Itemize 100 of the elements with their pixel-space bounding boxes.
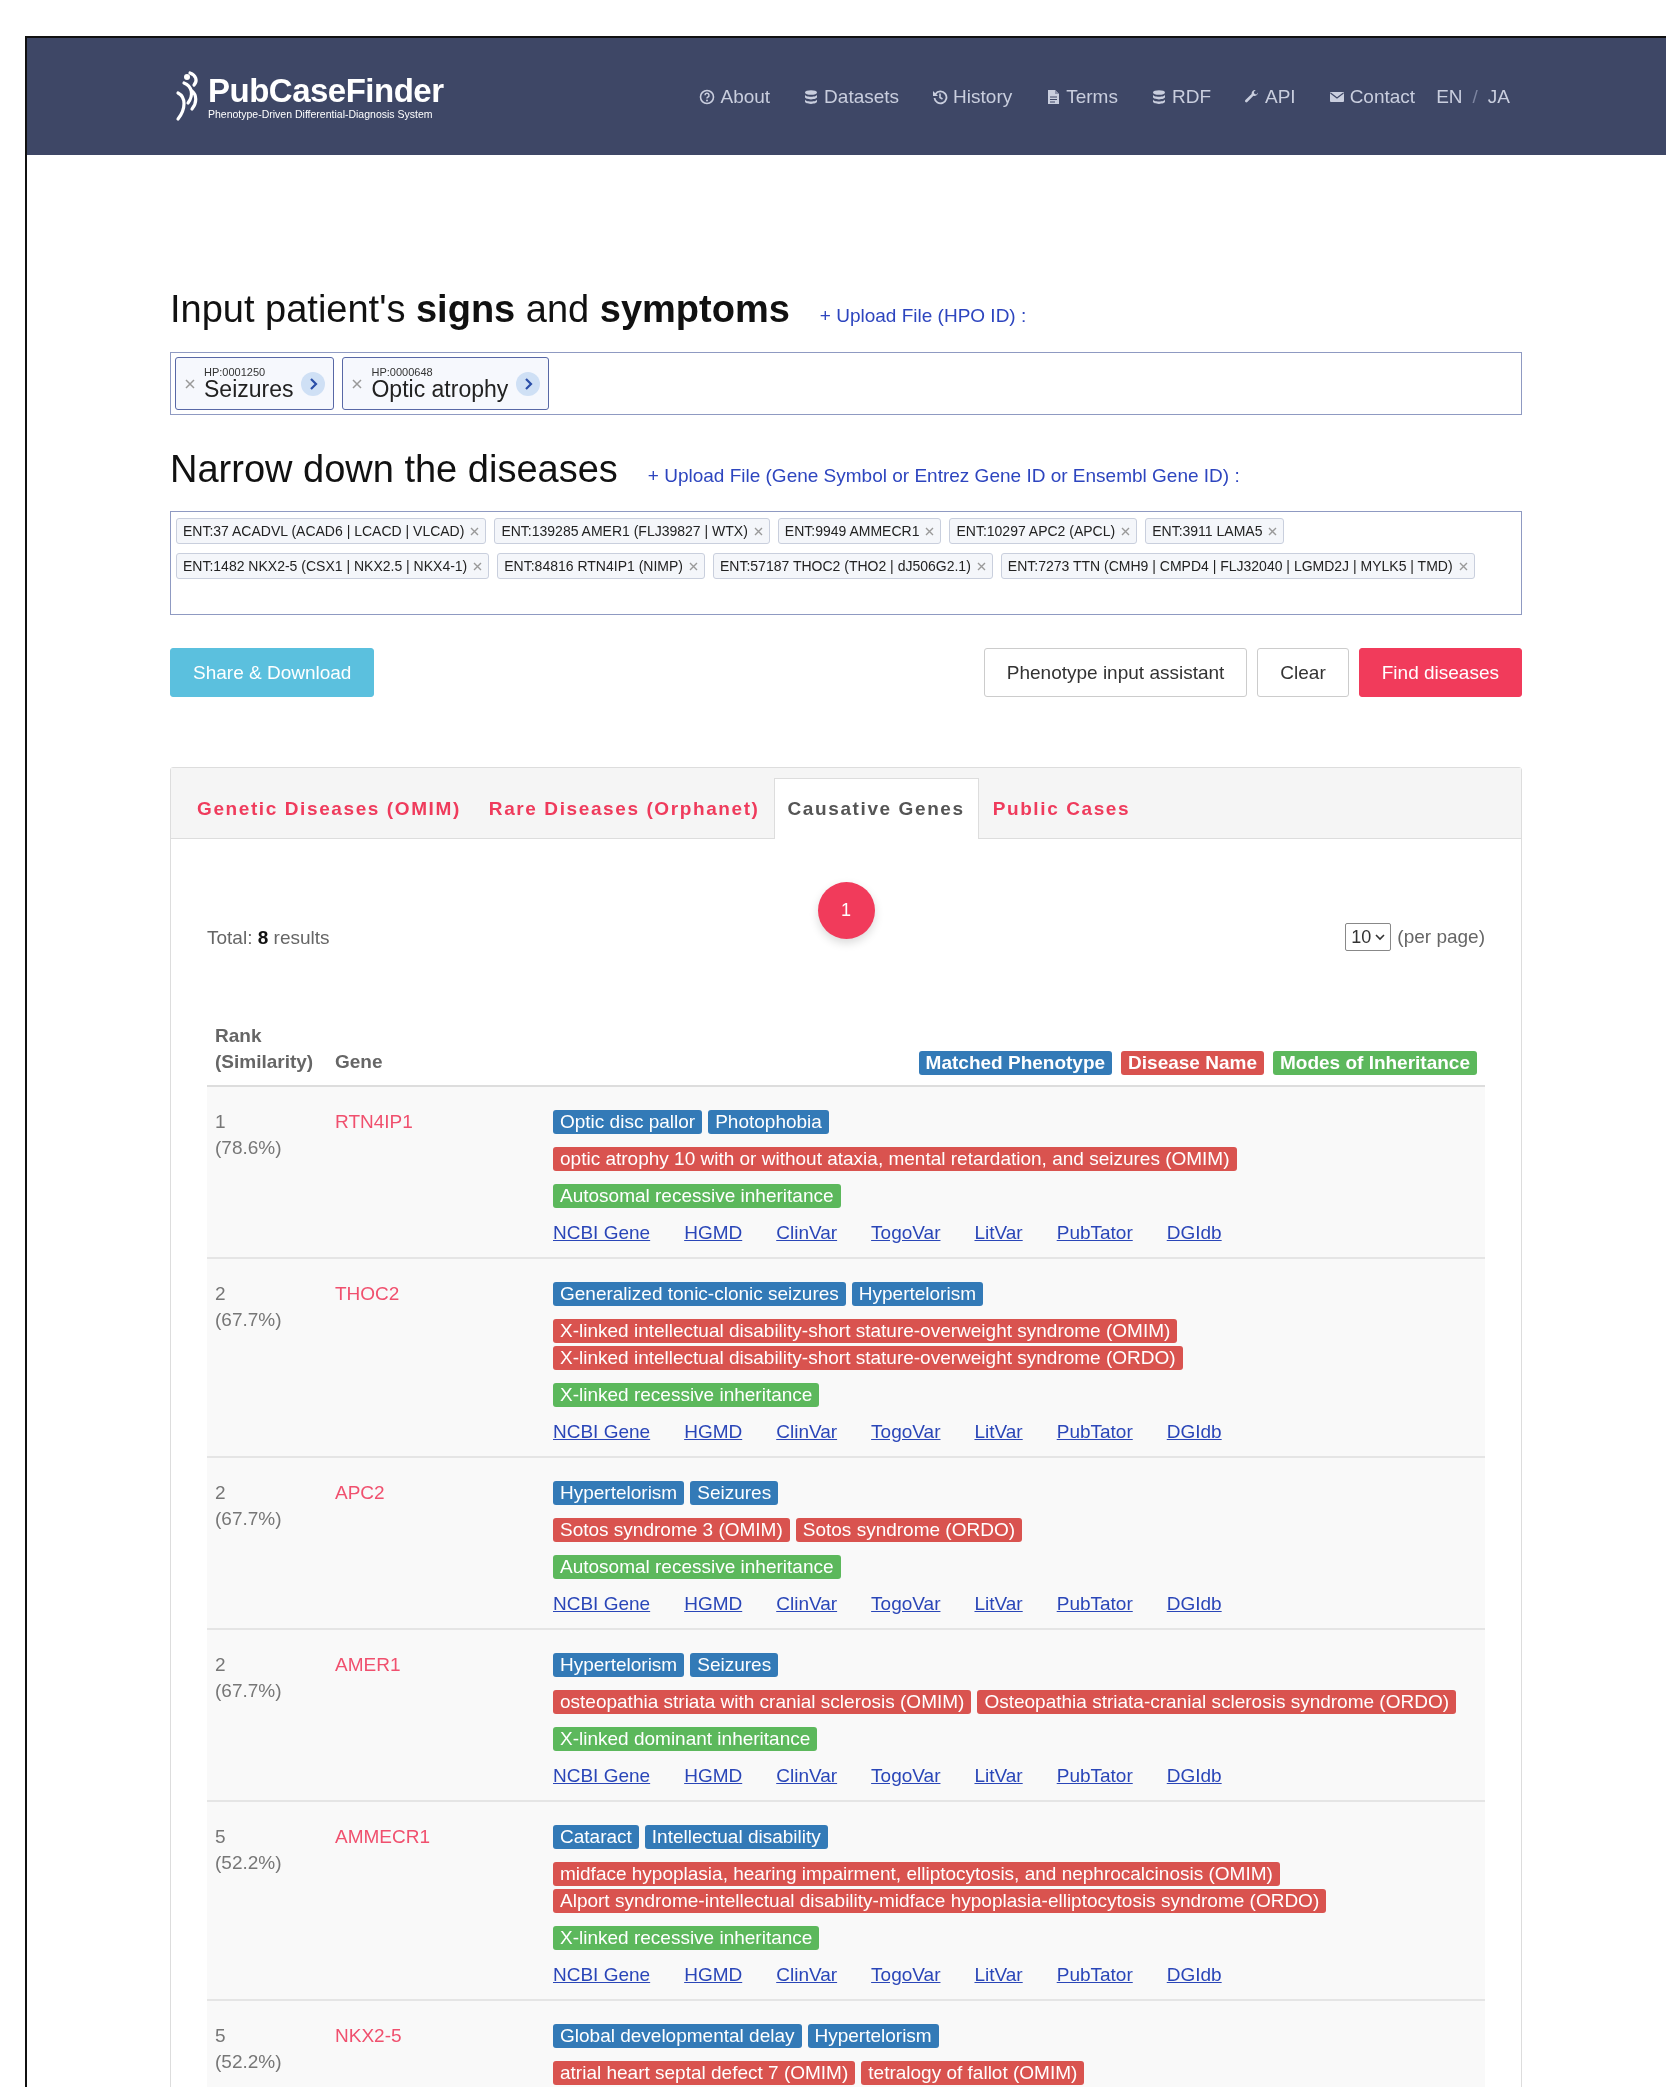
section-title: Narrow down the diseases bbox=[170, 447, 618, 492]
document-icon bbox=[1045, 88, 1062, 105]
database-link[interactable]: LitVar bbox=[974, 1592, 1023, 1616]
result-tab[interactable]: Public Cases bbox=[978, 778, 1145, 839]
action-button[interactable]: Find diseases bbox=[1358, 648, 1522, 697]
language-link[interactable]: EN bbox=[1436, 85, 1463, 108]
logo-subtitle: Phenotype-Driven Differential-Diagnosis System bbox=[208, 107, 434, 120]
upload-file-link[interactable]: + Upload File (HPO ID) : bbox=[819, 305, 1027, 327]
database-link[interactable]: NCBI Gene bbox=[553, 1963, 651, 1987]
wrench-icon bbox=[1244, 88, 1260, 105]
nav-link[interactable]: History bbox=[932, 85, 1013, 108]
database-link[interactable]: DGIdb bbox=[1166, 1764, 1222, 1788]
database-link[interactable]: NCBI Gene bbox=[553, 1592, 651, 1616]
database-link[interactable]: ClinVar bbox=[776, 1592, 838, 1616]
result-tab[interactable]: Rare Diseases (Orphanet) bbox=[474, 778, 774, 839]
language-link[interactable]: JA bbox=[1487, 85, 1510, 108]
database-link[interactable]: DGIdb bbox=[1166, 1963, 1222, 1987]
inheritance-tag: X-linked recessive inheritance bbox=[553, 1383, 820, 1407]
gene-chip[interactable]: ENT:9949 AMMECR1 bbox=[777, 518, 942, 544]
close-icon bbox=[1268, 526, 1278, 536]
database-link[interactable]: HGMD bbox=[684, 1221, 743, 1245]
database-link[interactable]: PubTator bbox=[1056, 1963, 1133, 1987]
gene-chip[interactable]: ENT:37 ACADVL (ACAD6 | LCACD | VLCAD) bbox=[176, 518, 487, 544]
database-link[interactable]: DGIdb bbox=[1166, 1592, 1222, 1616]
database-link[interactable]: LitVar bbox=[974, 1963, 1023, 1987]
gene-chip[interactable]: ENT:7273 TTN (CMH9 | CMPD4 | FLJ32040 | LGMD2J | MYLK5 | TMD) bbox=[1000, 553, 1475, 579]
database-link[interactable]: ClinVar bbox=[776, 1963, 838, 1987]
database-link[interactable]: LitVar bbox=[974, 1764, 1023, 1788]
symptom-label: Seizures bbox=[204, 377, 294, 401]
gene-chip[interactable]: ENT:57187 THOC2 (THO2 | dJ506G2.1) bbox=[713, 553, 993, 579]
close-icon bbox=[470, 526, 480, 536]
close-icon bbox=[753, 526, 763, 536]
phenotype-tag: Hypertelorism bbox=[807, 2024, 939, 2048]
per-page-select[interactable]: 10 bbox=[1345, 923, 1392, 951]
inheritance-tag: Autosomal recessive inheritance bbox=[553, 1555, 841, 1579]
database-link[interactable]: ClinVar bbox=[776, 1221, 838, 1245]
database-link[interactable]: NCBI Gene bbox=[553, 1420, 651, 1444]
disease-tag: Sotos syndrome 3 (OMIM) bbox=[553, 1518, 790, 1542]
database-link[interactable]: HGMD bbox=[684, 1764, 743, 1788]
nav-link[interactable]: RDF bbox=[1150, 85, 1211, 108]
database-link[interactable]: PubTator bbox=[1056, 1764, 1133, 1788]
gene-input-field[interactable] bbox=[170, 511, 1522, 615]
symptom-chip[interactable]: HP:0000648 Optic atrophy bbox=[342, 357, 550, 410]
database-link[interactable]: ClinVar bbox=[776, 1764, 838, 1788]
logo-title: PubCaseFinder bbox=[208, 73, 444, 108]
rank-number: 5 bbox=[215, 2024, 227, 2048]
database-link[interactable]: LitVar bbox=[974, 1221, 1023, 1245]
database-link[interactable]: DGIdb bbox=[1166, 1221, 1222, 1245]
database-link[interactable]: NCBI Gene bbox=[553, 1221, 651, 1245]
history-icon bbox=[932, 88, 949, 105]
database-link[interactable]: LitVar bbox=[974, 1420, 1023, 1444]
column-header: Rank (Similarity) bbox=[215, 1024, 315, 1074]
close-icon bbox=[925, 526, 935, 536]
chevron-icon bbox=[301, 371, 326, 396]
gene-chip[interactable]: ENT:3911 LAMA5 bbox=[1145, 518, 1285, 544]
gene-chip[interactable]: ENT:84816 RTN4IP1 (NIMP) bbox=[497, 553, 705, 579]
disease-tag: X-linked intellectual disability-short stature-overweight syndrome (OMIM) bbox=[553, 1319, 1178, 1343]
disease-tag: tetralogy of fallot (OMIM) bbox=[861, 2061, 1085, 2085]
database-link[interactable]: PubTator bbox=[1056, 1420, 1133, 1444]
database-link[interactable]: TogoVar bbox=[871, 1963, 941, 1987]
nav-link[interactable]: About bbox=[699, 85, 771, 108]
nav-link[interactable]: Contact bbox=[1328, 85, 1416, 108]
action-button[interactable]: Phenotype input assistant bbox=[983, 648, 1248, 697]
legend-tag: Modes of Inheritance bbox=[1272, 1051, 1477, 1075]
inheritance-tag: X-linked dominant inheritance bbox=[553, 1727, 818, 1751]
database-link[interactable]: NCBI Gene bbox=[553, 1764, 651, 1788]
nav-link[interactable]: API bbox=[1244, 85, 1296, 108]
result-tab[interactable]: Genetic Diseases (OMIM) bbox=[183, 778, 475, 839]
database-link[interactable]: TogoVar bbox=[871, 1420, 941, 1444]
close-icon bbox=[184, 377, 196, 390]
symptom-chip[interactable]: HP:0001250 Seizures bbox=[175, 357, 335, 410]
symptom-input-field[interactable]: HP:0001250 Seizures HP:0000648 Optic atrophy bbox=[170, 352, 1522, 415]
database-link[interactable]: TogoVar bbox=[871, 1592, 941, 1616]
gene-chip[interactable]: ENT:139285 AMER1 (FLJ39827 | WTX) bbox=[494, 518, 770, 544]
nav-link[interactable]: Terms bbox=[1045, 85, 1118, 108]
logo-link[interactable]: PubCaseFinder Phenotype-Driven Differential-Diagnosis System bbox=[170, 68, 444, 125]
result-tab[interactable]: Causative Genes bbox=[773, 778, 979, 839]
gene-chip[interactable]: ENT:10297 APC2 (APCL) bbox=[949, 518, 1138, 544]
database-link[interactable]: HGMD bbox=[684, 1420, 743, 1444]
database-link[interactable]: TogoVar bbox=[871, 1764, 941, 1788]
database-link[interactable]: ClinVar bbox=[776, 1420, 838, 1444]
database-link[interactable]: HGMD bbox=[684, 1963, 743, 1987]
database-link[interactable]: DGIdb bbox=[1166, 1420, 1222, 1444]
page-button[interactable]: 1 bbox=[817, 882, 875, 939]
database-link[interactable]: TogoVar bbox=[871, 1221, 941, 1245]
column-header: Gene bbox=[335, 1050, 384, 1074]
upload-file-link[interactable]: + Upload File (Gene Symbol or Entrez Gene ID or Ensembl Gene ID) : bbox=[647, 465, 1240, 487]
similarity-score: (52.2%) bbox=[215, 1851, 283, 1875]
phenotype-tag: Generalized tonic-clonic seizures bbox=[553, 1282, 846, 1306]
action-button[interactable]: Clear bbox=[1257, 648, 1349, 697]
database-link[interactable]: HGMD bbox=[684, 1592, 743, 1616]
disease-tag: Sotos syndrome (ORDO) bbox=[795, 1518, 1022, 1542]
nav-link[interactable]: Datasets bbox=[803, 85, 900, 108]
database-link[interactable]: PubTator bbox=[1056, 1221, 1133, 1245]
gene-chip[interactable]: ENT:1482 NKX2-5 (CSX1 | NKX2.5 | NKX4-1) bbox=[176, 553, 490, 579]
database-link[interactable]: PubTator bbox=[1056, 1592, 1133, 1616]
separator: / bbox=[1472, 85, 1478, 108]
close-icon bbox=[976, 561, 986, 571]
phenotype-tag: Cataract bbox=[553, 1825, 639, 1849]
similarity-score: (67.7%) bbox=[215, 1308, 283, 1332]
